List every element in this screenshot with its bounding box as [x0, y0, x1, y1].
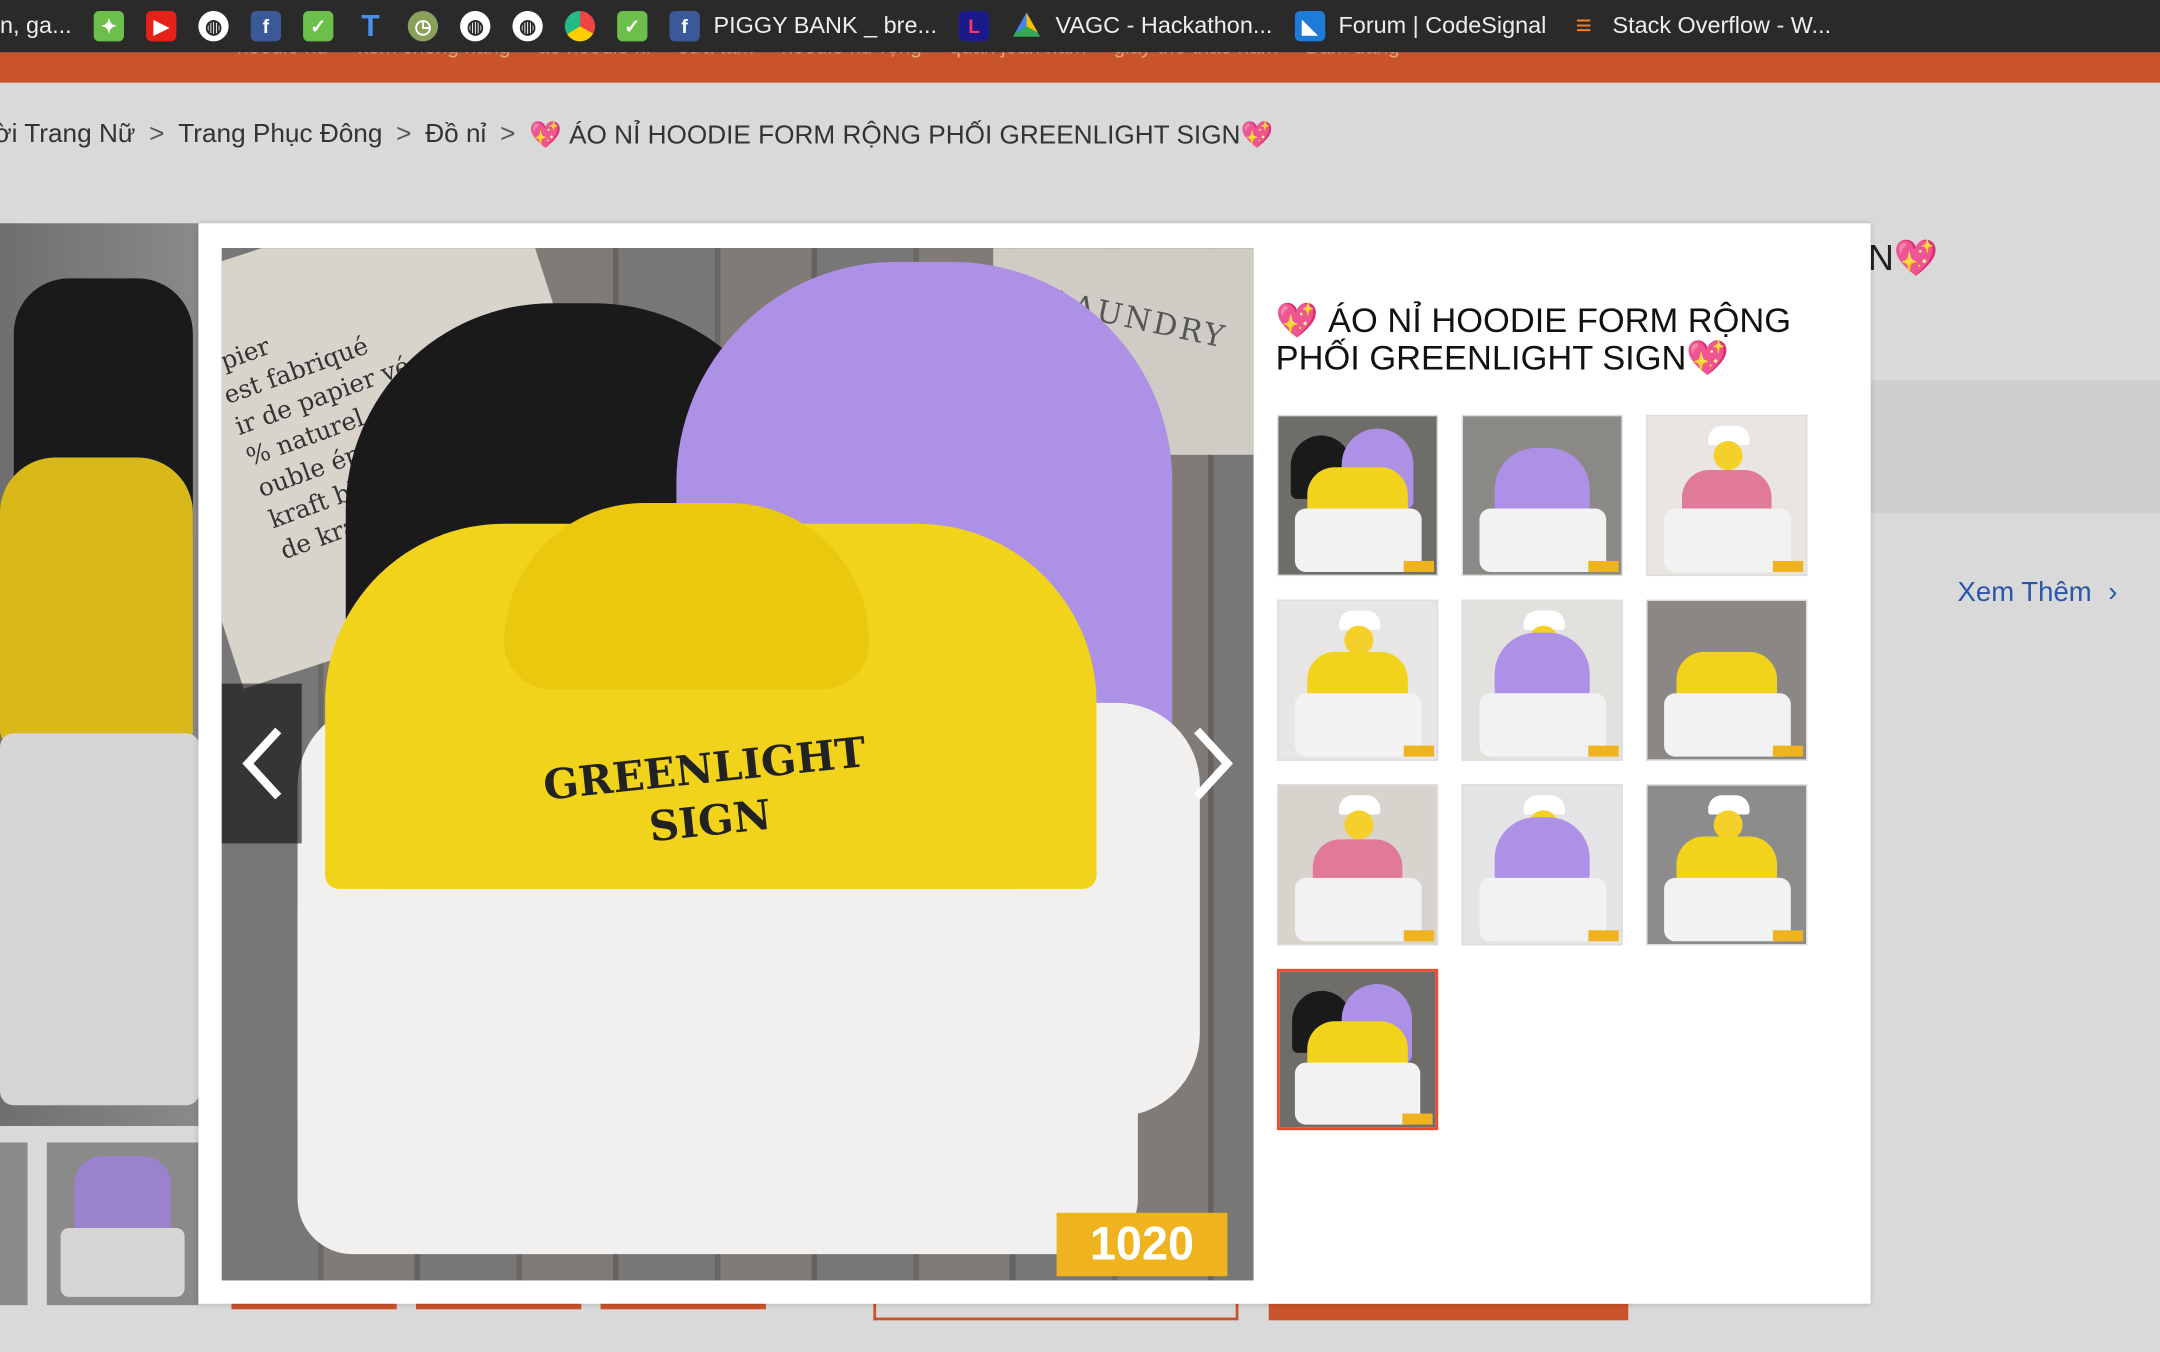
- browser-viewport: n, ga... ✦ ▶ ◍ f ✓ T ◷ ◍ ◍ ✓ f PIGGY BANK _ bre... L V…: [0, 0, 2160, 1352]
- previous-image-button[interactable]: [221, 683, 302, 844]
- chevron-right-icon: >: [396, 119, 412, 149]
- chevron-right-icon: ›: [2108, 577, 2118, 608]
- thumbnail-yellow-model-cap[interactable]: [1646, 784, 1808, 946]
- thumbnail-yellow-purple-black[interactable]: [1276, 414, 1439, 577]
- clock-icon: ◷: [407, 11, 439, 42]
- search-suggestions-bar: hoodie nữ kem chống nắng áo hoodie nỉ sữa t…: [0, 52, 2160, 83]
- main-product-image: -pier est fabriqué ir de papier végétal …: [221, 248, 1254, 1281]
- bookmark-item[interactable]: VAGC - Hackathon...: [1000, 0, 1283, 52]
- stackoverflow-icon: ≡: [1575, 10, 1592, 41]
- thumbnail-yellow-purple-black[interactable]: [1276, 968, 1439, 1131]
- bookmark-item[interactable]: ▶: [135, 0, 187, 52]
- thumbnail-yellow-model[interactable]: [1276, 599, 1439, 761]
- chevron-right-icon: >: [500, 119, 516, 149]
- background-price-panel: [1867, 380, 2160, 513]
- green-check-icon: ✓: [303, 11, 334, 42]
- bookmark-item[interactable]: ◍: [187, 0, 239, 52]
- suggestion-link[interactable]: kem chống nắng: [358, 52, 511, 59]
- bookmark-item[interactable]: ◍: [501, 0, 553, 52]
- bookmark-item[interactable]: ✦: [83, 0, 135, 52]
- bookmark-label: n, ga...: [0, 12, 72, 39]
- background-thumbnails: [0, 1142, 199, 1306]
- green-check-icon: ✓: [617, 11, 648, 42]
- facebook-icon: f: [669, 11, 700, 42]
- yellow-hood: [504, 503, 870, 690]
- see-more-label: Xem Thêm: [1957, 577, 2092, 608]
- youtube-icon: ▶: [145, 11, 177, 42]
- bookmark-item[interactable]: f: [240, 0, 292, 52]
- modal-product-title: 💖 ÁO NỈ HOODIE FORM RỘNG PHỐI GREENLIGHT…: [1275, 301, 1792, 378]
- facebook-icon: f: [250, 11, 281, 42]
- thumbnail-purple-sitting[interactable]: [1461, 784, 1623, 946]
- suggestion-link[interactable]: áo hoodie nỉ: [538, 52, 651, 59]
- suggestion-link[interactable]: sữa tắm: [678, 52, 754, 59]
- suggestion-link[interactable]: hoodie nữ rộng: [782, 52, 922, 59]
- chevron-right-icon: [1194, 727, 1234, 800]
- codesignal-icon: ◣: [1294, 11, 1325, 42]
- next-image-button[interactable]: [1174, 684, 1254, 844]
- thumbnail-purple-model[interactable]: [1461, 599, 1623, 761]
- background-product-image: [0, 223, 200, 1126]
- bookmark-item[interactable]: L: [948, 0, 1000, 52]
- chevron-left-icon: [242, 727, 282, 800]
- globe-icon: ◍: [512, 11, 543, 42]
- see-more-link[interactable]: Xem Thêm ›: [1957, 577, 2117, 609]
- breadcrumb-item[interactable]: Đồ nỉ: [425, 120, 486, 150]
- add-to-cart-button[interactable]: [873, 1303, 1239, 1321]
- suggestion-link[interactable]: Bấm đăng: [1305, 52, 1399, 59]
- chevron-right-icon: >: [149, 119, 165, 149]
- thumbnail-grid: [1276, 414, 1808, 1131]
- background-thumbnail: [0, 1142, 28, 1306]
- bookmark-item[interactable]: T: [344, 0, 396, 52]
- thumbnail-pink-sitting[interactable]: [1276, 784, 1439, 946]
- bookmark-label: Stack Overflow - W...: [1612, 12, 1832, 39]
- bookmarks-bar: n, ga... ✦ ▶ ◍ f ✓ T ◷ ◍ ◍ ✓ f PIGGY BANK _ bre... L V…: [0, 0, 2160, 53]
- breadcrumb-item[interactable]: ời Trang Nữ: [0, 120, 135, 150]
- bookmark-label: VAGC - Hackathon...: [1055, 12, 1273, 39]
- image-lightbox-modal: -pier est fabriqué ir de papier végétal …: [198, 223, 1871, 1304]
- bookmark-label: Forum | CodeSignal: [1338, 12, 1547, 39]
- hoodie-white-body: [297, 854, 1138, 1255]
- background-thumbnail: [46, 1142, 199, 1306]
- breadcrumb-current: 💖 ÁO NỈ HOODIE FORM RỘNG PHỐI GREENLIGHT…: [529, 121, 1274, 151]
- green-app-icon: ✦: [93, 11, 124, 42]
- bookmark-label: PIGGY BANK _ bre...: [713, 12, 937, 39]
- thumbnail-yellow-flat[interactable]: [1646, 599, 1808, 761]
- bookmark-item[interactable]: [554, 0, 606, 52]
- bookmark-item[interactable]: ✓: [292, 0, 344, 52]
- bookmark-item[interactable]: ◍: [449, 0, 501, 52]
- thumbnail-pink-model[interactable]: [1646, 414, 1808, 577]
- chrome-icon: [564, 11, 596, 42]
- suggestion-link[interactable]: quần jean nam: [949, 52, 1086, 59]
- breadcrumb: ời Trang Nữ > Trang Phục Đông > Đồ nỉ > …: [0, 119, 1273, 152]
- suggestion-link[interactable]: giày thể thao nam: [1114, 52, 1278, 59]
- breadcrumb-item[interactable]: Trang Phục Đông: [178, 120, 382, 150]
- t-icon: T: [361, 8, 380, 43]
- globe-icon: ◍: [460, 11, 491, 42]
- suggestion-link[interactable]: hoodie nữ: [237, 52, 330, 59]
- product-code-badge: 1020: [1056, 1212, 1228, 1277]
- bookmark-item[interactable]: f PIGGY BANK _ bre...: [658, 0, 948, 52]
- google-drive-icon: [1012, 12, 1041, 37]
- bookmark-item[interactable]: ◷: [397, 0, 449, 52]
- buy-now-button[interactable]: [1268, 1303, 1629, 1321]
- bookmark-item[interactable]: ◣ Forum | CodeSignal: [1283, 0, 1557, 52]
- background-product-title: N💖: [1867, 237, 1939, 279]
- thumbnail-purple-flat[interactable]: [1461, 414, 1623, 577]
- bookmark-item[interactable]: ✓: [606, 0, 658, 52]
- bookmark-item[interactable]: n, ga...: [0, 0, 83, 52]
- globe-icon: ◍: [198, 11, 229, 42]
- lazada-icon: L: [959, 11, 990, 42]
- bookmark-item[interactable]: ≡ Stack Overflow - W...: [1557, 0, 1842, 52]
